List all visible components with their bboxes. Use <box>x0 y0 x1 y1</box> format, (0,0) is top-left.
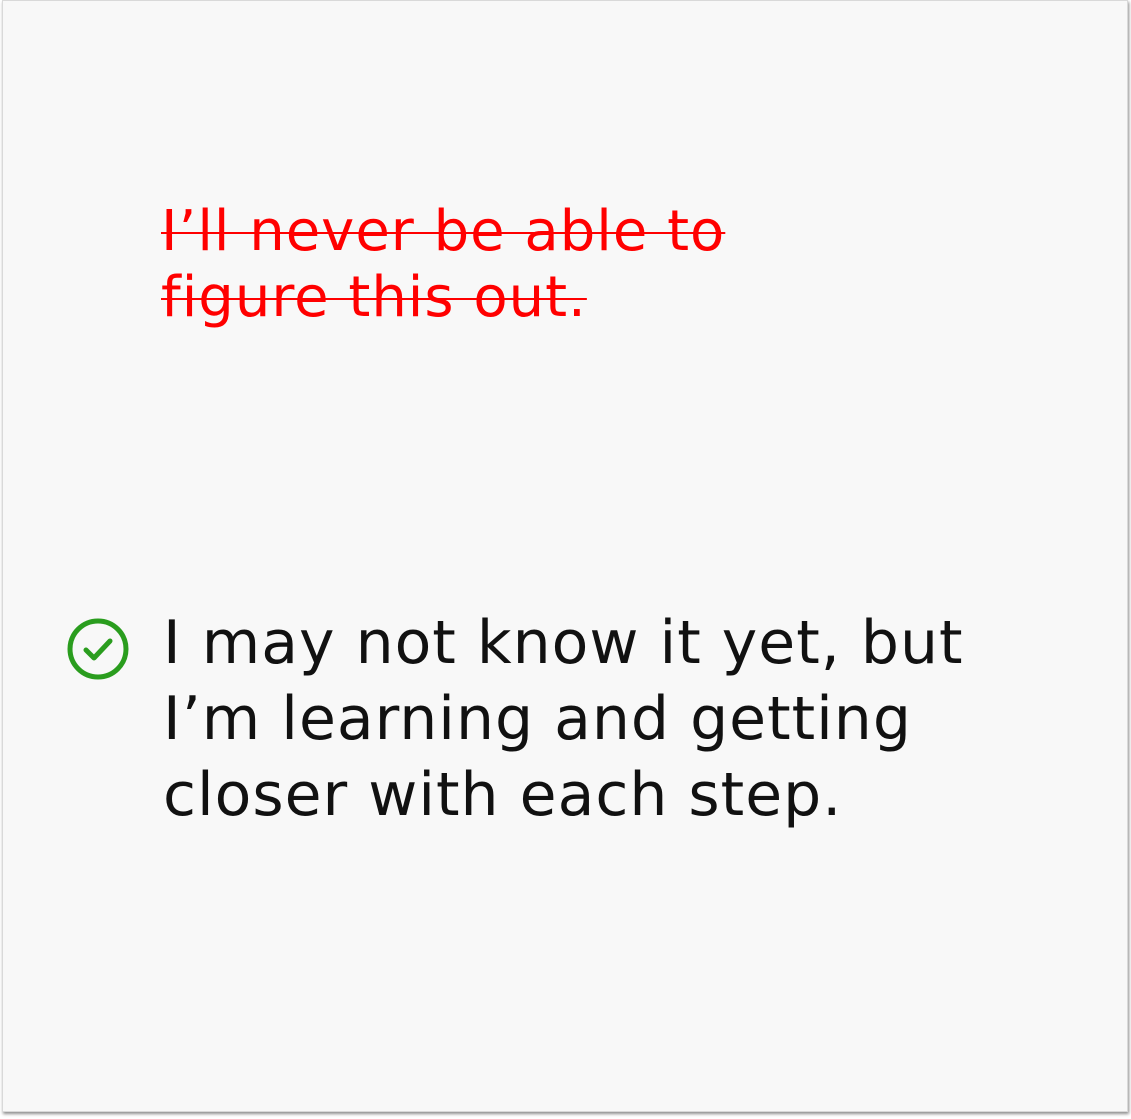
affirmation-text: I may not know it yet, but I’m learning … <box>163 608 964 830</box>
crossed-out-thought: I’ll never be able to figure this out. <box>161 199 726 330</box>
card: I’ll never be able to figure this out. I… <box>2 0 1128 1112</box>
check-circle-icon <box>67 618 129 680</box>
